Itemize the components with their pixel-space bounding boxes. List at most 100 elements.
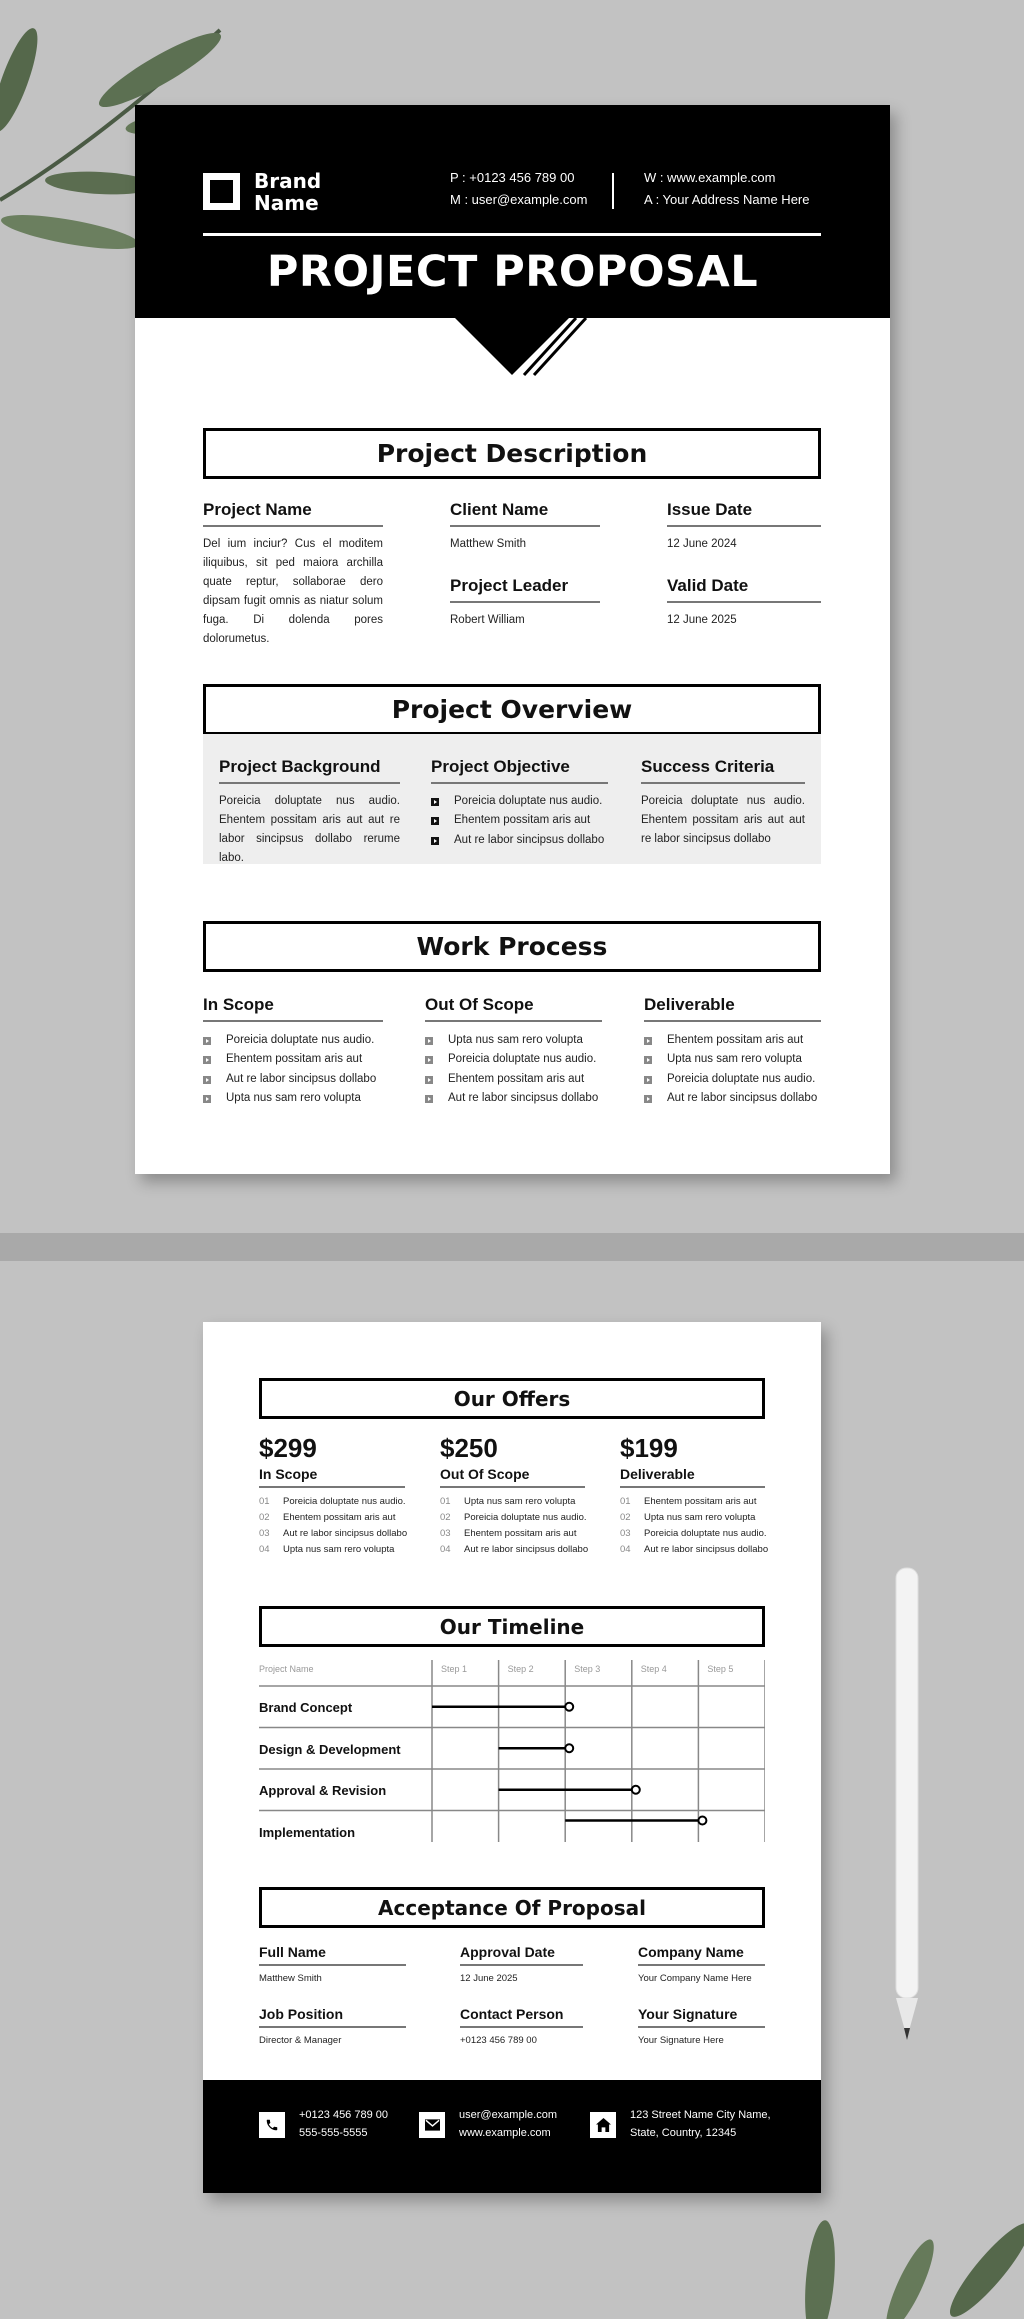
header-contact-right: W : www.example.com A : Your Address Name… [644, 167, 809, 211]
work-column-in-scope: In Scope Poreicia doluptate nus audio. Ehe… [203, 995, 383, 1109]
list-item: Ehentem possitam aris aut [431, 811, 608, 830]
field-value: 12 June 2025 [460, 1973, 518, 1984]
list-item-text: Upta nus sam rero volupta [226, 1092, 361, 1105]
item-text: Aut re labor sincipsus dollabo [283, 1528, 408, 1539]
field-value: Your Company Name Here [638, 1973, 752, 1984]
list-item: 01 Ehentem possitam aris aut [620, 1494, 765, 1510]
offer-price: $299 [259, 1433, 317, 1463]
bullet-icon [644, 1075, 652, 1084]
item-list: Poreicia doluptate nus audio. Ehentem pos… [203, 1031, 383, 1109]
pencil-decoration [895, 1567, 919, 2040]
item-text: Ehentem possitam aris aut [644, 1496, 757, 1507]
header-phone: P : +0123 456 789 00 [450, 170, 575, 185]
bullet-icon [203, 1075, 211, 1084]
list-item-text: Aut re labor sincipsus dollabo [448, 1092, 599, 1105]
bullet-icon [431, 817, 439, 826]
list-item: 01 Poreicia doluptate nus audio. [259, 1494, 406, 1510]
bullet-icon [425, 1095, 433, 1104]
offer-heading: In Scope [259, 1466, 405, 1488]
list-item: 03 Poreicia doluptate nus audio. [620, 1526, 767, 1542]
item-text: Ehentem possitam aris aut [283, 1512, 396, 1523]
list-item-text: Aut re labor sincipsus dollabo [667, 1092, 818, 1105]
field-project-name: Project Name Del ium inciur? Cus el modi… [203, 500, 383, 649]
offer-column: $299 In Scope 01 Poreicia doluptate nus aud… [259, 1433, 408, 1558]
item-number: 03 [440, 1528, 451, 1539]
acceptance-field-your-signature: Your Signature Your Signature Here [638, 2006, 765, 2046]
bullet-icon [644, 1037, 652, 1045]
footer-address: 123 Street Name City Name, State, Country… [630, 2109, 771, 2139]
timeline-step-label: Step 4 [640, 1664, 667, 1674]
item-list: Upta nus sam rero volupta Poreicia dolupt… [425, 1031, 602, 1109]
section-title-our-timeline: Our Timeline [259, 1606, 765, 1647]
item-text: Aut re labor sincipsus dollabo [644, 1544, 769, 1555]
field-label: Project Objective [431, 757, 608, 784]
item-number: 04 [620, 1544, 631, 1555]
item-number: 02 [620, 1512, 631, 1523]
timeline-table: Project Name Step 1 Step 2 Step 3 Step 4 Step… [259, 1660, 765, 1842]
list-item: Ehentem possitam aris aut [425, 1070, 602, 1089]
field-text: Poreicia doluptate nus audio. Ehentem po… [219, 795, 400, 864]
offer-heading: Deliverable [620, 1466, 765, 1488]
section-title-our-offers: Our Offers [259, 1378, 765, 1419]
background-divider-band [0, 1233, 1024, 1261]
header-email: M : user@example.com [450, 192, 588, 207]
field-value: Director & Manager [259, 2035, 342, 2046]
timeline-milestone-marker [564, 1701, 575, 1712]
list-item-text: Ehentem possitam aris aut [454, 814, 591, 827]
field-label: Job Position [259, 2006, 406, 2028]
acceptance-field-full-name: Full Name Matthew Smith [259, 1944, 406, 1984]
bullet-icon [425, 1075, 433, 1084]
offer-column: $250 Out Of Scope 01 Upta nus sam rero volu… [440, 1433, 588, 1558]
list-item-text: Aut re labor sincipsus dollabo [226, 1072, 377, 1085]
acceptance-field-job-position: Job Position Director & Manager [259, 2006, 406, 2046]
field-value: +0123 456 789 00 [460, 2035, 537, 2046]
offer-column: $199 Deliverable 01 Ehentem possitam aris a… [620, 1433, 769, 1558]
column-heading: Out Of Scope [425, 995, 602, 1022]
item-number: 03 [620, 1528, 631, 1539]
field-label: Contact Person [460, 2006, 583, 2028]
item-number: 03 [259, 1528, 270, 1539]
work-column-deliverable: Deliverable Ehentem possitam aris aut Upta… [644, 995, 821, 1109]
item-text: Upta nus sam rero volupta [464, 1496, 576, 1507]
list-item: Ehentem possitam aris aut [203, 1050, 383, 1069]
timeline-step-label: Step 2 [507, 1664, 534, 1674]
section-title-project-overview: Project Overview [203, 684, 821, 735]
list-item: 03 Ehentem possitam aris aut [440, 1526, 585, 1542]
offer-list: 01 Ehentem possitam aris aut 02 Upta nus sa… [620, 1494, 769, 1558]
list-item: Upta nus sam rero volupta [425, 1031, 602, 1050]
list-item: Poreicia doluptate nus audio. [203, 1031, 383, 1050]
header-rule [203, 233, 821, 236]
bullet-icon [431, 798, 439, 806]
envelope-icon [419, 2112, 445, 2138]
list-item-text: Upta nus sam rero volupta [448, 1034, 583, 1046]
bullet-icon [431, 836, 439, 845]
list-item-text: Ehentem possitam aris aut [226, 1053, 363, 1066]
field-label: Company Name [638, 1944, 765, 1966]
item-list: Ehentem possitam aris aut Upta nus sam re… [644, 1031, 821, 1109]
field-value: Matthew Smith [259, 1973, 322, 1984]
list-item: Poreicia doluptate nus audio. [644, 1070, 821, 1089]
brand-logo-icon [203, 173, 240, 210]
acceptance-field-contact-person: Contact Person +0123 456 789 00 [460, 2006, 583, 2046]
list-item: Poreicia doluptate nus audio. [431, 792, 608, 811]
overview-background: Project Background Poreicia doluptate nu… [219, 757, 400, 868]
brand-name: Brand Name [254, 169, 322, 215]
item-text: Upta nus sam rero volupta [283, 1544, 395, 1555]
field-label: Your Signature [638, 2006, 765, 2028]
bullet-icon [644, 1095, 652, 1104]
field-label: Valid Date [667, 576, 821, 603]
list-item: 03 Aut re labor sincipsus dollabo [259, 1526, 408, 1542]
field-text: Poreicia doluptate nus audio. Ehentem po… [641, 795, 805, 845]
plant-leaves-decoration [805, 2220, 1024, 2319]
bullet-icon [425, 1037, 433, 1045]
offer-price: $250 [440, 1433, 498, 1463]
footer-email: user@example.com www.example.com [459, 2109, 557, 2139]
field-issue-date: Issue Date 12 June 2024 [667, 500, 821, 554]
list-item: Upta nus sam rero volupta [644, 1050, 821, 1069]
list-item: Aut re labor sincipsus dollabo [425, 1089, 602, 1108]
section-title-project-description: Project Description [203, 428, 821, 479]
list-item: 04 Upta nus sam rero volupta [259, 1542, 405, 1558]
header-address: A : Your Address Name Here [644, 192, 810, 207]
item-text: Poreicia doluptate nus audio. [644, 1528, 767, 1539]
document-title: PROJECT PROPOSAL [266, 247, 759, 297]
